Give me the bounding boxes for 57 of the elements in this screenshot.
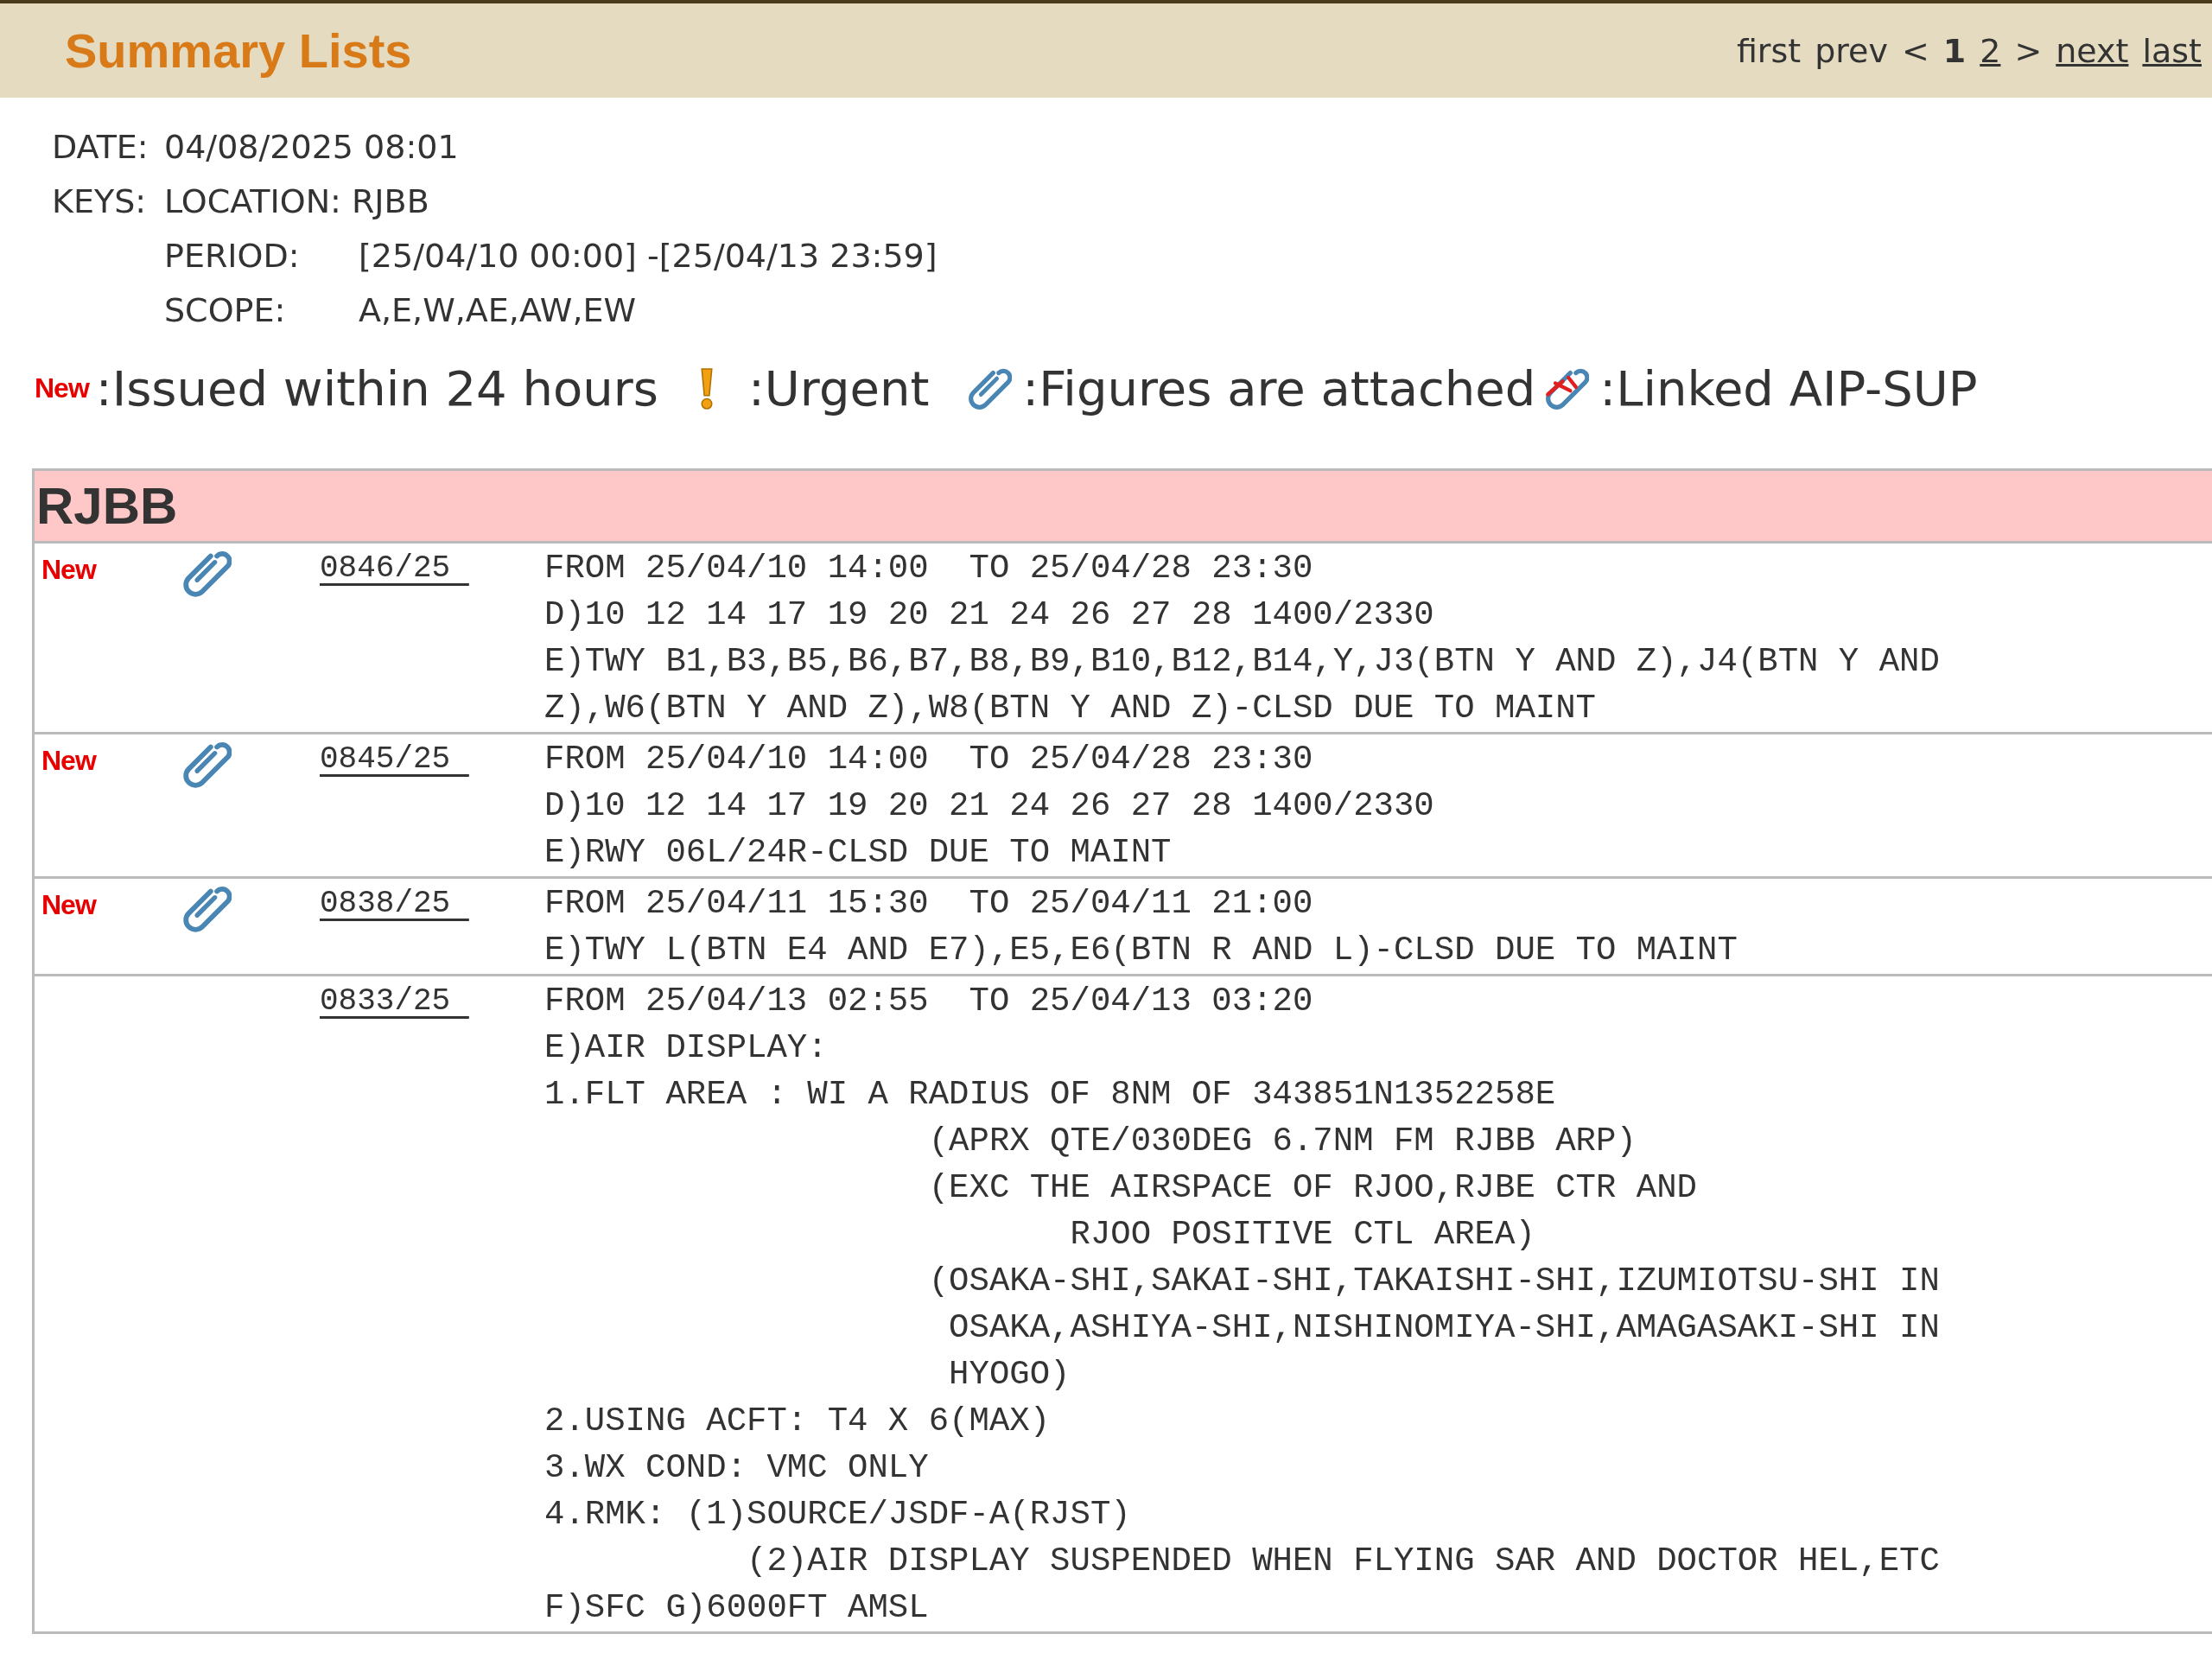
field-label: SCOPE: [164, 290, 287, 331]
notam-text-line: E)TWY B1,B3,B5,B6,B7,B8,B9,B10,B12,B14,Y,J3(BTN Y AND Z),J4(BTN Y AND [544, 642, 1941, 683]
notam-text-line: (2)AIR DISPLAY SUSPENDED WHEN FLYING SAR AND DOCTOR HEL,ETC [746, 1542, 1941, 1582]
notam-number-link[interactable]: 0846/25 [320, 550, 490, 586]
field-label: PERIOD: [164, 236, 301, 277]
date-label: DATE: [52, 127, 149, 168]
notam-number-link[interactable]: 0833/25 [320, 983, 490, 1019]
date-value: 04/08/2025 08:01 [164, 127, 459, 168]
notam-text-line: (OSAKA-SHI,SAKAI-SHI,TAKAISHI-SHI,IZUMIOTSU-SHI IN [927, 1262, 1941, 1302]
paperclip-icon [181, 549, 232, 599]
pager-link[interactable]: next [2056, 31, 2129, 70]
notam-text-line: D)10 12 14 17 19 20 21 24 26 27 28 1400/2330 [544, 595, 1435, 636]
notam-text-line: OSAKA,ASHIYA-SHI,NISHINOMIYA-SHI,AMAGASAKI-SHI IN [948, 1308, 1941, 1349]
notam-text-line: 2.USING ACFT: T4 X 6(MAX) [544, 1402, 1052, 1442]
location-value: RJBB [351, 181, 429, 222]
pager-label: first [1736, 31, 1802, 70]
notam-text-line: 3.WX COND: VMC ONLY [544, 1448, 930, 1489]
notam-text-line: (EXC THE AIRSPACE OF RJOO,RJBE CTR AND [927, 1168, 1699, 1209]
legend-text: :Figures are attached [1022, 360, 1536, 416]
pager-label: < [1901, 31, 1929, 70]
notam-text-line: 4.RMK: (1)SOURCE/JSDF-A(RJST) [544, 1495, 1132, 1535]
notam-text-line: FROM 25/04/10 14:00 TO 25/04/28 23:30 [544, 740, 1314, 780]
notam-text-line: D)10 12 14 17 19 20 21 24 26 27 28 1400/2330 [544, 786, 1435, 827]
notam-text-line: (APRX QTE/030DEG 6.7NM FM RJBB ARP) [927, 1122, 1637, 1162]
current-page: 1 [1942, 31, 1967, 70]
pager-link[interactable]: 2 [1980, 31, 2001, 70]
pager-label: > [2014, 31, 2043, 70]
notam-text-line: F)SFC G)6000FT AMSL [544, 1588, 930, 1629]
paperclip-icon [181, 884, 232, 934]
legend-text: :Issued within 24 hours [95, 360, 658, 416]
notam-text-line: E)AIR DISPLAY: [544, 1028, 829, 1069]
group-header: RJBB [35, 471, 2212, 544]
field-value: [25/04/10 00:00] -[25/04/13 23:59] [359, 236, 938, 277]
notam-text-line: FROM 25/04/10 14:00 TO 25/04/28 23:30 [544, 549, 1314, 589]
notam-number-link[interactable]: 0838/25 [320, 886, 490, 921]
legend-text: :Linked AIP-SUP [1599, 360, 1978, 416]
notam-text-line: Z),W6(BTN Y AND Z),W8(BTN Y AND Z)-CLSD DUE TO MAINT [544, 689, 1597, 729]
notam-text-line: 1.FLT AREA : WI A RADIUS OF 8NM OF 343851N1352258E [544, 1075, 1557, 1116]
location-label: LOCATION: [164, 181, 341, 222]
new-label: New [41, 889, 96, 920]
legend-text: :Urgent [748, 360, 930, 416]
notam-text-line: FROM 25/04/11 15:30 TO 25/04/11 21:00 [544, 884, 1314, 925]
notam-text-line: FROM 25/04/13 02:55 TO 25/04/13 03:20 [544, 982, 1314, 1022]
field-value: A,E,W,AE,AW,EW [359, 290, 637, 331]
notam-text-line: E)RWY 06L/24R-CLSD DUE TO MAINT [544, 833, 1173, 874]
notam-number-link[interactable]: 0845/25 [320, 741, 490, 777]
pager-label: prev [1815, 31, 1888, 70]
new-label: New [41, 745, 96, 776]
notam-text-line: E)TWY L(BTN E4 AND E7),E5,E6(BTN R AND L)-CLSD DUE TO MAINT [544, 931, 1738, 971]
pager-link[interactable]: last [2142, 31, 2202, 70]
keys-label: KEYS: [52, 181, 148, 222]
paperclip-icon [181, 740, 232, 790]
notam-text-line: RJOO POSITIVE CTL AREA) [1069, 1215, 1536, 1256]
notam-text-line: HYOGO) [948, 1355, 1071, 1396]
new-label: New [35, 372, 89, 404]
page-title: Summary Lists [65, 22, 412, 79]
new-label: New [41, 554, 96, 585]
